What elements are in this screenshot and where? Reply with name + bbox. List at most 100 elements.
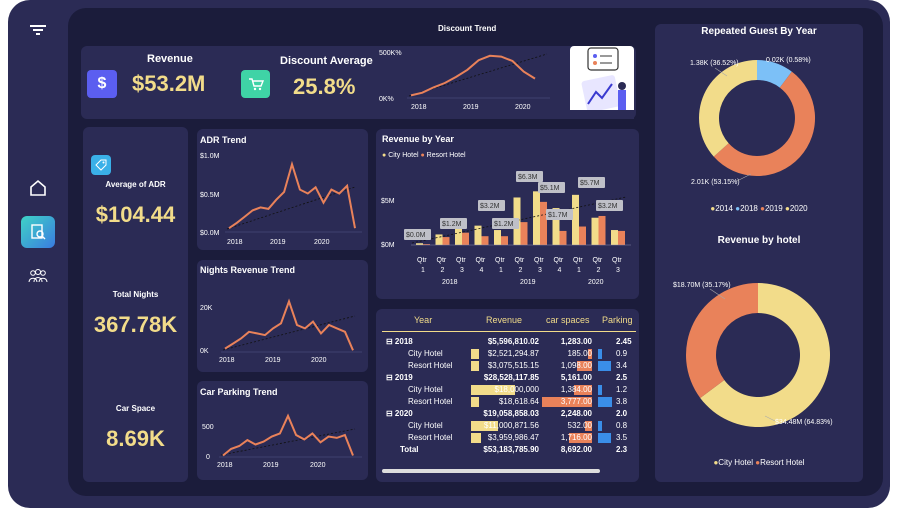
svg-text:2018: 2018 [219,357,235,364]
quarter-number: 2 [597,267,601,274]
svg-text:$0.0M: $0.0M [200,230,220,237]
revenue-databar [471,349,479,359]
car-value: 8.69K [106,426,165,451]
bar-city-hotel [533,191,540,245]
repeated-guest-legend: ●2014 ●2018 ●2019 ●2020 [710,204,808,213]
quarter-number: 3 [538,267,542,274]
discount-trend-chart: 500K% 0K% 2018 2019 2020 [379,50,550,111]
data-label: $3.2M [480,203,500,210]
matrix-cars-cell: 5,161.00 [560,373,592,382]
parking-databar [598,433,611,443]
parking-trend-card: Car Parking Trend 500 0 2018 2019 2020 [197,381,368,480]
matrix-cars-cell: 185.00 [567,349,592,358]
people-icon[interactable] [22,260,54,292]
matrix-detail-row: City Hotel $11,000,871.56 532.00 0.8 [376,420,639,432]
svg-text:$0M: $0M [381,242,395,249]
revenue-by-year-card: Revenue by Year ● City Hotel ● Resort Ho… [376,129,639,299]
matrix-revenue-cell: $3,959,986.47 [487,433,539,442]
data-label: $5.1M [540,185,560,192]
quarter-label: Qtr [495,257,505,264]
matrix-row-label: ⊟ 2018 [386,337,413,346]
data-label: $1.2M [494,221,514,228]
matrix-cars-cell: 532.00 [567,421,592,430]
quarter-label: Qtr [476,257,486,264]
matrix-cars-cell: 1,098.00 [560,361,592,370]
matrix-detail-row: City Hotel $18,000,000 1,384.00 1.2 [376,384,639,396]
svg-text:$0.5M: $0.5M [200,192,220,199]
bar-resort-hotel [540,201,547,245]
matrix-row-label: ⊟ 2019 [386,373,413,382]
parking-databar [598,349,602,359]
matrix-card: Year Revenue car spaces Parking ⊟ 2018 $5… [376,309,639,482]
right-panel: Repeated Guest By Year 1.38K (36.52%) 0.… [655,24,863,482]
bar-resort-hotel [618,230,625,245]
svg-text:2020: 2020 [310,462,326,469]
revenue-label: Revenue [147,53,193,65]
matrix-year-row[interactable]: ⊟ 2020 $19,058,858.03 2,248.00 2.0 [376,408,639,420]
parking-trend-line [222,413,354,457]
matrix-revenue-cell: $18,000,000 [494,385,540,394]
svg-text:2020: 2020 [314,239,330,246]
quarter-number: 4 [480,267,484,274]
parking-databar [598,421,602,431]
x-tick: 2018 [411,104,427,111]
svg-text:20K: 20K [200,305,213,312]
matrix-row-label: ⊟ 2020 [386,409,413,418]
nights-value: 367.78K [93,312,178,337]
matrix-year-row[interactable]: ⊟ 2019 $28,528,117.85 5,161.00 2.5 [376,372,639,384]
bar-city-hotel [435,234,443,245]
matrix-revenue-cell: $2,521,294.87 [487,349,539,358]
svg-text:2020: 2020 [311,357,327,364]
svg-text:2.01K (53.15%): 2.01K (53.15%) [691,179,740,186]
matrix-parking-cell: 3.8 [616,397,628,406]
revenue-value: $53.2M [132,71,206,96]
nights-trend-card: Nights Revenue Trend 20K 0K 2018 2019 20… [197,260,368,372]
parking-databar [598,361,611,371]
matrix-parking-cell: 2.45 [616,337,632,346]
data-label: $6.3M [518,174,538,181]
x-tick: 2019 [463,104,479,111]
adr-trend-chart: $1.0M $0.5M $0.0M 2018 2019 2020 [200,153,362,246]
horizontal-scrollbar[interactable] [382,469,600,473]
matrix-parking-cell: 3.4 [616,361,628,370]
matrix-row-label: City Hotel [408,385,443,394]
data-label: $3.2M [598,203,618,210]
matrix-parking-cell: 2.0 [616,409,628,418]
svg-text:2019: 2019 [270,239,286,246]
bar-resort-hotel [579,226,586,245]
svg-text:0: 0 [206,454,210,461]
data-label: $5.7M [580,180,600,187]
quarter-number: 2 [441,267,445,274]
data-label: $1.2M [442,221,462,228]
nights-trend-title: Nights Revenue Trend [200,265,296,275]
quarter-label: Qtr [534,257,544,264]
nights-trend-chart: 20K 0K 2018 2019 2020 [200,298,362,364]
matrix-detail-row: Resort Hotel $3,075,515.15 1,098.00 3.4 [376,360,639,372]
revenue-by-hotel-donut: $18.70M (35.17%) $34.48M (64.83%) [673,282,833,427]
cart-icon [241,70,270,98]
report-icon[interactable] [21,216,55,248]
svg-text:$34.48M (64.83%): $34.48M (64.83%) [775,419,833,426]
home-icon[interactable] [22,172,54,204]
dollar-icon: $ [87,70,117,98]
matrix-revenue-cell: $3,075,515.15 [487,361,539,370]
revenue-by-year-chart: $5M $0M $0.0M $1.2M $3.2M $1.2M $6.3M$5.1M $1… [381,171,631,286]
matrix-cars-cell: 1,716.00 [560,433,592,442]
svg-text:500: 500 [202,424,214,431]
quarter-number: 1 [421,267,425,274]
adr-trend-card: ADR Trend $1.0M $0.5M $0.0M 2018 2019 20… [197,129,368,250]
svg-text:1.38K (36.52%): 1.38K (36.52%) [690,60,739,67]
matrix-year-row[interactable]: ⊟ 2018 $5,596,810.02 1,283.00 2.45 [376,336,639,348]
svg-text:0.02K (0.58%): 0.02K (0.58%) [766,57,811,64]
bar-resort-hotel [598,215,606,245]
filter-menu-icon[interactable] [22,14,54,46]
matrix-row-label: Total [400,445,419,454]
bar-city-hotel [494,230,501,245]
matrix-row-label: Resort Hotel [408,397,453,406]
matrix-revenue-cell: $5,596,810.02 [487,337,539,346]
x-tick: 2020 [515,104,531,111]
matrix-row-label: City Hotel [408,349,443,358]
tag-icon [91,155,111,175]
quarter-label: Qtr [554,257,564,264]
svg-text:$18.70M (35.17%): $18.70M (35.17%) [673,282,731,289]
